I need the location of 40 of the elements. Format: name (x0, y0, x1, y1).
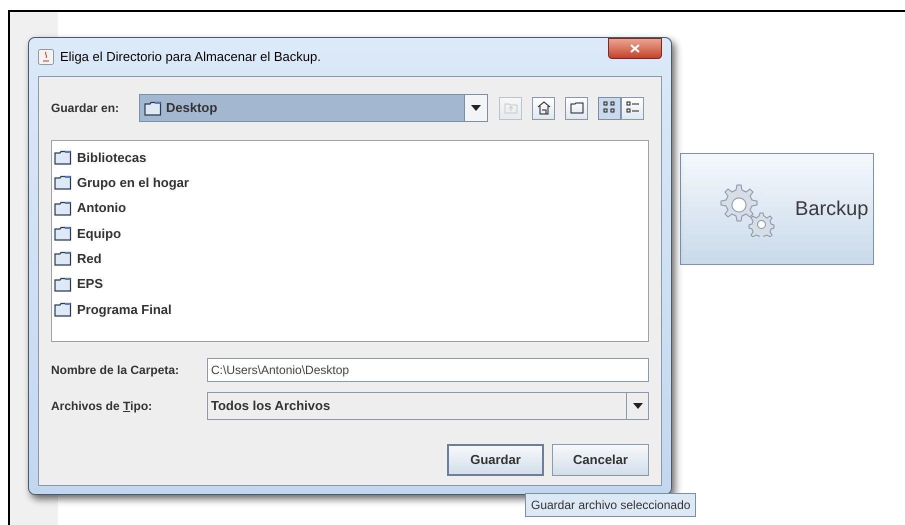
toolbar-button[interactable] (621, 96, 644, 120)
file-list-item[interactable]: Grupo en el hogar (54, 170, 648, 196)
folder-icon (54, 226, 72, 242)
folder-name-field[interactable]: C:\Users\Antonio\Desktop (207, 358, 649, 382)
file-list-item[interactable]: EPS (54, 271, 648, 297)
up-folder-icon (504, 102, 518, 114)
file-list-item[interactable]: Programa Final (54, 296, 648, 322)
backup-button[interactable]: Barckup (680, 153, 874, 265)
home-icon (536, 101, 550, 115)
dropdown-arrow-icon (471, 105, 481, 111)
dropdown-arrow-icon (632, 403, 642, 409)
dialog-button[interactable]: Guardar (447, 444, 544, 476)
details-view-icon (626, 101, 640, 115)
tooltip: Guardar archivo seleccionado (525, 493, 696, 517)
folder-name-label: Nombre de la Carpeta: (51, 362, 180, 379)
file-list-item[interactable]: Red (54, 246, 648, 272)
dialog-button[interactable]: Cancelar (552, 444, 649, 476)
look-in-dropdown[interactable]: Desktop (139, 94, 488, 122)
toolbar-button[interactable] (532, 96, 555, 120)
folder-icon (54, 302, 72, 317)
file-type-label: Archivos de Tipo: (51, 398, 154, 415)
window-title: Eliga el Directorio para Almacenar el Backup. (60, 48, 321, 66)
file-list-item[interactable]: Equipo (54, 220, 648, 246)
folder-icon (54, 276, 72, 292)
dropdown-value: Desktop (166, 99, 218, 118)
file-type-dropdown[interactable]: Todos los Archivos (207, 392, 649, 420)
list-view-icon (602, 101, 616, 115)
close-button[interactable] (608, 38, 662, 59)
file-list-item[interactable]: Bibliotecas (54, 145, 648, 170)
folder-icon (54, 251, 72, 266)
toolbar-button[interactable] (598, 96, 621, 120)
toolbar-button[interactable] (565, 96, 588, 120)
folder-icon (54, 150, 72, 166)
folder-icon (54, 200, 72, 216)
look-in-label: Guardar en: (51, 100, 120, 117)
close-icon (630, 44, 640, 53)
folder-icon (54, 175, 72, 190)
folder-icon (570, 102, 584, 114)
file-list-item[interactable]: Antonio (54, 196, 648, 221)
folder-icon (144, 100, 162, 116)
